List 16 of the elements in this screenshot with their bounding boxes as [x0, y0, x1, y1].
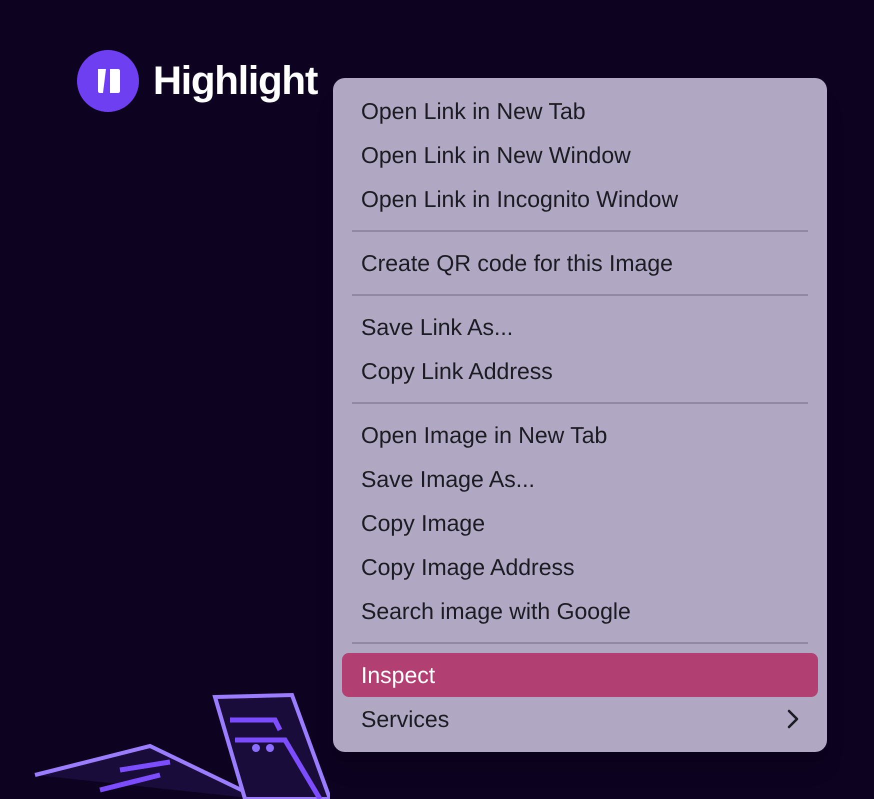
- menu-item[interactable]: Open Link in New Tab: [342, 89, 818, 133]
- menu-item[interactable]: Inspect: [342, 653, 818, 697]
- menu-item[interactable]: Open Image in New Tab: [342, 413, 818, 457]
- logo-icon: [77, 50, 139, 112]
- menu-item[interactable]: Copy Link Address: [342, 349, 818, 393]
- brand-name: Highlight: [153, 58, 318, 105]
- menu-item[interactable]: Copy Image Address: [342, 545, 818, 589]
- menu-item[interactable]: Save Link As...: [342, 305, 818, 349]
- menu-item[interactable]: Open Link in New Window: [342, 133, 818, 177]
- menu-item[interactable]: Open Link in Incognito Window: [342, 177, 818, 221]
- menu-item[interactable]: Services: [342, 697, 818, 741]
- menu-item[interactable]: Copy Image: [342, 501, 818, 545]
- menu-item[interactable]: Create QR code for this Image: [342, 241, 818, 285]
- menu-item[interactable]: Save Image As...: [342, 457, 818, 501]
- chevron-right-icon: [787, 709, 799, 729]
- menu-item[interactable]: Search image with Google: [342, 589, 818, 633]
